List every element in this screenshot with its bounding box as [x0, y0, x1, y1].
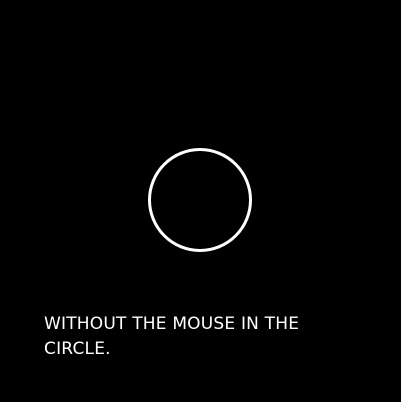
- instruction-text: WITHOUT THE MOUSE IN THE CIRCLE.: [44, 314, 300, 359]
- target-circle[interactable]: [148, 148, 252, 252]
- task-canvas: WITHOUT THE MOUSE IN THE CIRCLE.: [0, 0, 401, 402]
